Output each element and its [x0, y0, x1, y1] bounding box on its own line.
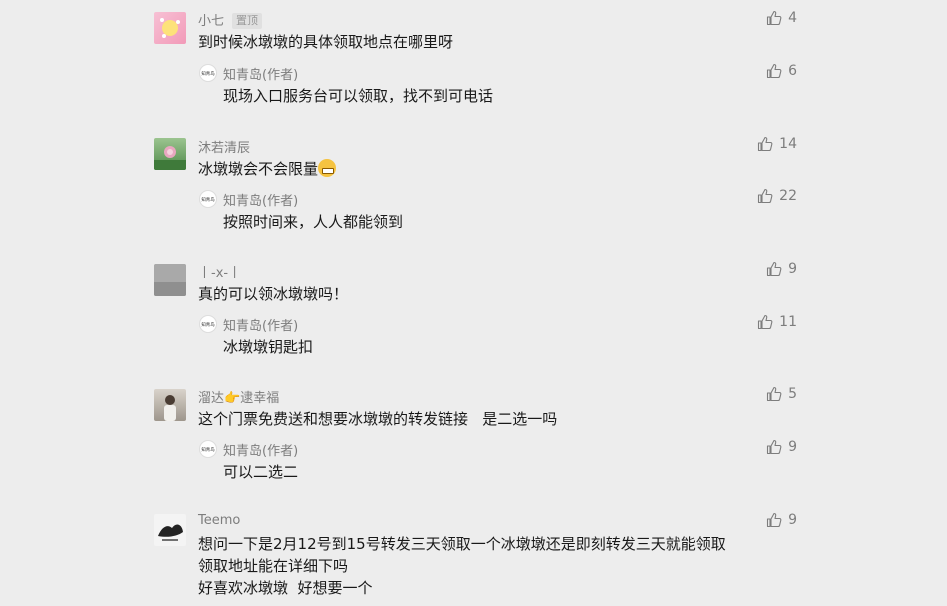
comment-username[interactable]: 沐若清辰	[198, 137, 250, 156]
thumbs-up-icon	[767, 386, 782, 402]
reply-text: 可以二选二	[223, 463, 299, 481]
comment-text: 到时候冰墩墩的具体领取地点在哪里呀	[198, 33, 454, 51]
grin-emoji-icon	[318, 159, 337, 177]
like-button[interactable]: 9	[766, 512, 797, 528]
like-count: 5	[788, 386, 797, 402]
comment-username[interactable]: 小七 置顶	[198, 10, 263, 29]
reply-author[interactable]: 知青岛(作者)	[223, 190, 298, 209]
reply-like-button[interactable]: 11	[757, 314, 797, 330]
thumbs-up-icon	[767, 63, 782, 79]
avatar[interactable]	[154, 12, 186, 44]
like-count: 14	[779, 136, 797, 152]
pinned-badge: 置顶	[232, 13, 263, 29]
svg-text:知青岛: 知青岛	[201, 70, 215, 77]
reply-like-button[interactable]: 6	[766, 63, 797, 79]
comment-text-line: 领取地址能在详细下吗	[198, 557, 349, 575]
like-count: 9	[788, 261, 797, 277]
svg-text:知青岛: 知青岛	[201, 321, 215, 328]
author-avatar[interactable]: 知青岛	[199, 190, 217, 208]
comment-text: 这个门票免费送和想要冰墩墩的转发链接 是二选一吗	[198, 410, 558, 428]
reply-author[interactable]: 知青岛(作者)	[223, 440, 298, 459]
svg-text:知青岛: 知青岛	[201, 196, 215, 203]
avatar[interactable]	[154, 264, 186, 296]
svg-text:知青岛: 知青岛	[201, 446, 215, 453]
like-count: 9	[788, 439, 797, 455]
comment-username[interactable]: 溜达👉逮幸福	[198, 387, 279, 406]
reply-text: 按照时间来，人人都能领到	[223, 213, 404, 231]
like-button[interactable]: 4	[766, 10, 797, 26]
reply-like-button[interactable]: 22	[757, 188, 797, 204]
thumbs-up-icon	[758, 136, 773, 152]
comment-text-body: 冰墩墩会不会限量	[198, 160, 319, 178]
like-button[interactable]: 14	[757, 136, 797, 152]
like-count: 6	[788, 63, 797, 79]
comment-username[interactable]: 丨-x-丨	[198, 262, 241, 281]
author-avatar[interactable]: 知青岛	[199, 64, 217, 82]
like-button[interactable]: 5	[766, 386, 797, 402]
comment-text: 真的可以领冰墩墩吗！	[198, 285, 349, 303]
username-text: 逮幸福	[240, 391, 280, 406]
thumbs-up-icon	[767, 261, 782, 277]
reply-author[interactable]: 知青岛(作者)	[223, 315, 298, 334]
author-avatar[interactable]: 知青岛	[199, 315, 217, 333]
reply-like-button[interactable]: 9	[766, 439, 797, 455]
comment-text-line: 想问一下是2月12号到15号转发三天领取一个冰墩墩还是即刻转发三天就能领取	[198, 535, 726, 553]
reply-text: 冰墩墩钥匙扣	[223, 338, 314, 356]
reply-author[interactable]: 知青岛(作者)	[223, 64, 298, 83]
avatar[interactable]	[154, 514, 186, 546]
like-count: 9	[788, 512, 797, 528]
thumbs-up-icon	[758, 314, 773, 330]
avatar[interactable]	[154, 138, 186, 170]
reply-text: 现场入口服务台可以领取，找不到可电话	[223, 87, 494, 105]
author-avatar[interactable]: 知青岛	[199, 440, 217, 458]
like-count: 22	[779, 188, 797, 204]
comment-text: 冰墩墩会不会限量	[198, 158, 337, 180]
thumbs-up-icon	[767, 512, 782, 528]
username-text: 小七	[198, 14, 225, 29]
thumbs-up-icon	[767, 10, 782, 26]
comment-username[interactable]: Teemo	[198, 513, 240, 528]
like-count: 4	[788, 10, 797, 26]
like-count: 11	[779, 314, 797, 330]
comment-text-line: 好喜欢冰墩墩 好想要一个	[198, 579, 373, 597]
username-text: 溜达	[198, 391, 225, 406]
thumbs-up-icon	[758, 188, 773, 204]
avatar[interactable]	[154, 389, 186, 421]
like-button[interactable]: 9	[766, 261, 797, 277]
pointing-hand-emoji-icon: 👉	[224, 391, 241, 406]
thumbs-up-icon	[767, 439, 782, 455]
